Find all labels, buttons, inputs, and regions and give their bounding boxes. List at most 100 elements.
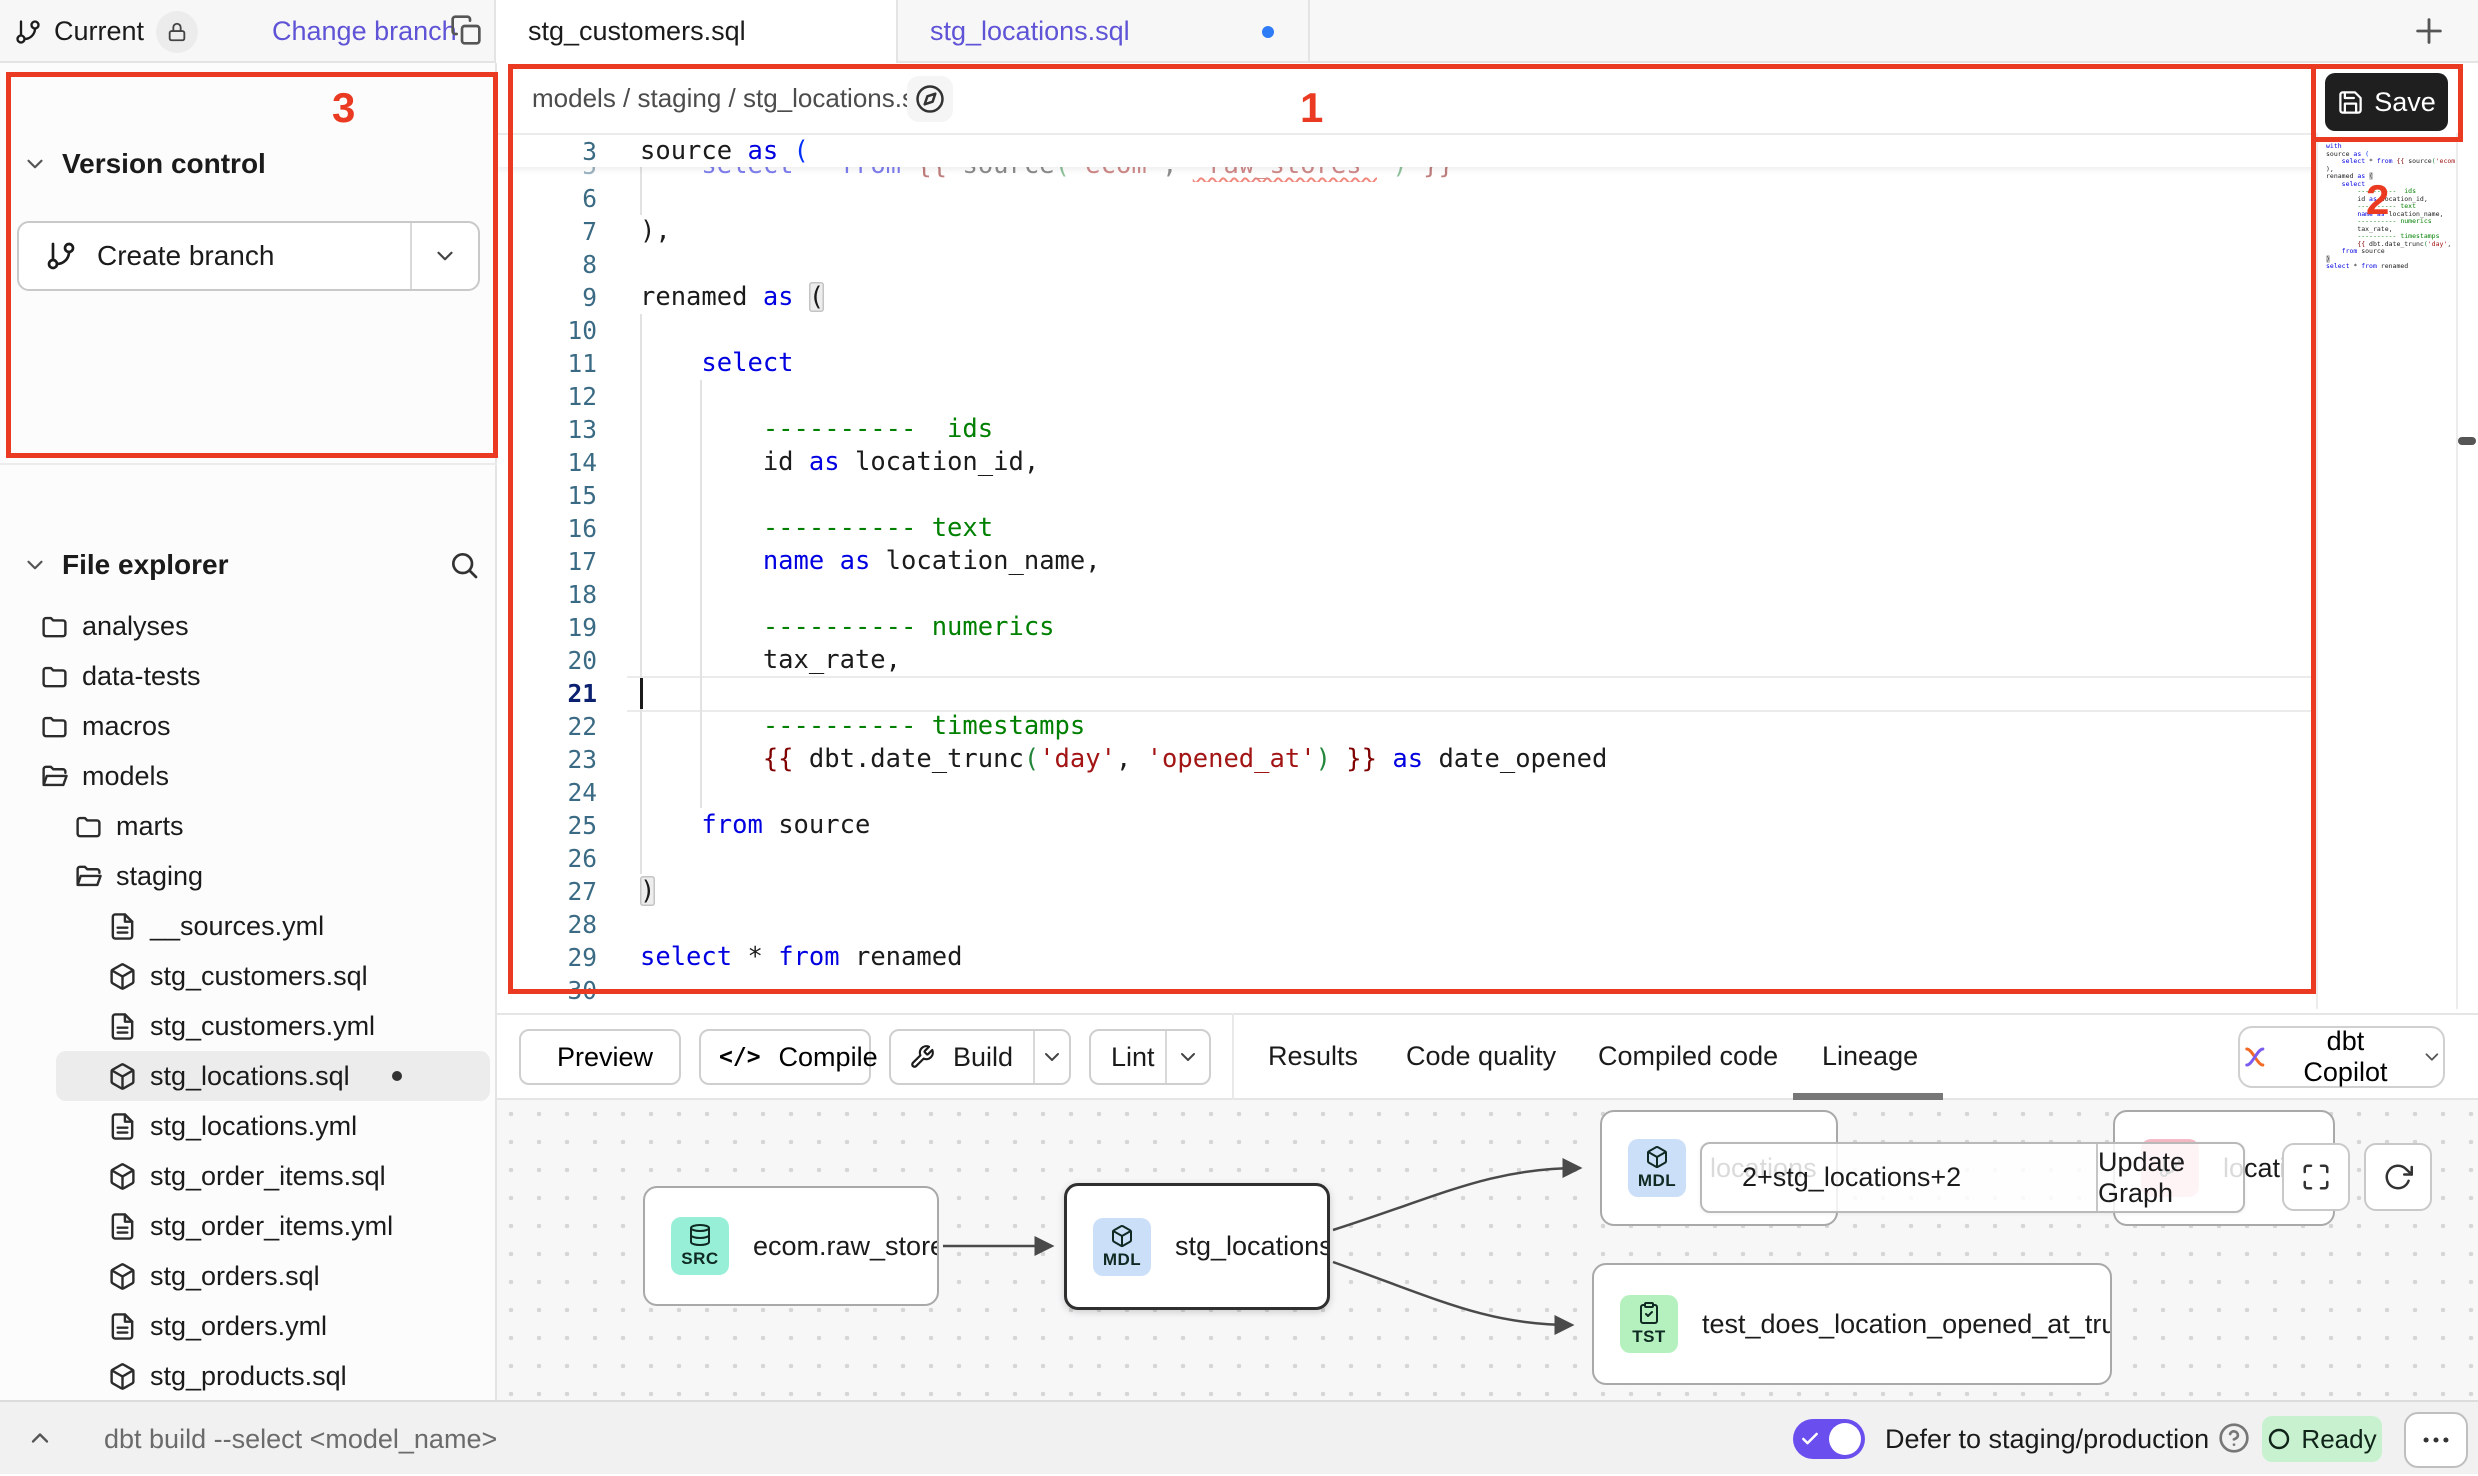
lock-icon <box>166 21 188 43</box>
status-badge[interactable]: Ready <box>2262 1416 2382 1462</box>
folder-icon <box>40 612 69 641</box>
file-item-analyses[interactable]: analyses <box>8 601 490 651</box>
code-line: 24 <box>497 776 2315 809</box>
cube-icon <box>1110 1224 1134 1248</box>
lint-dropdown[interactable] <box>1165 1031 1209 1083</box>
build-dropdown[interactable] <box>1033 1031 1069 1083</box>
explore-lineage-button[interactable] <box>907 76 953 122</box>
file-explorer-header[interactable]: File explorer <box>22 549 229 581</box>
tab-code-quality[interactable]: Code quality <box>1406 1013 1556 1100</box>
build-split-button[interactable]: Build <box>889 1029 1071 1085</box>
version-control-title: Version control <box>62 148 266 180</box>
save-button[interactable]: Save <box>2325 73 2448 131</box>
code-line: 20 tax_rate, <box>497 644 2315 677</box>
file-item-__sources.yml[interactable]: __sources.yml <box>8 901 490 951</box>
tab-compiled-code[interactable]: Compiled code <box>1598 1013 1778 1100</box>
file-item-label: stg_orders.yml <box>150 1311 327 1342</box>
copy-branch-icon[interactable] <box>450 14 482 51</box>
file-item-models[interactable]: models <box>8 751 490 801</box>
more-options-button[interactable] <box>2404 1412 2468 1468</box>
folder-open-icon <box>74 862 103 891</box>
indent-guide <box>640 314 642 874</box>
folder-icon <box>74 812 103 841</box>
code-line: 18 <box>497 578 2315 611</box>
create-branch-button[interactable]: Create branch <box>17 221 480 291</box>
tab-label: stg_locations.sql <box>930 16 1130 47</box>
code-line: 13 ---------- ids <box>497 413 2315 446</box>
status-bar: dbt build --select <model_name> Defer to… <box>0 1400 2478 1474</box>
file-item-macros[interactable]: macros <box>8 701 490 751</box>
file-item-staging[interactable]: staging <box>8 851 490 901</box>
defer-toggle[interactable] <box>1793 1419 1865 1459</box>
code-line: 25 from source <box>497 809 2315 842</box>
editor-scrollbar[interactable] <box>2456 133 2478 1009</box>
help-icon[interactable] <box>2218 1422 2250 1459</box>
compile-label: Compile <box>771 1042 886 1073</box>
tab-label: stg_customers.sql <box>528 16 746 47</box>
tab-results[interactable]: Results <box>1268 1013 1358 1100</box>
file-item-stg_locations.yml[interactable]: stg_locations.yml <box>8 1101 490 1151</box>
clipboard-check-icon <box>1637 1301 1661 1325</box>
node-label: stg_locations <box>1175 1231 1327 1262</box>
save-label: Save <box>2374 87 2436 118</box>
chevron-down-icon <box>432 243 458 269</box>
cube-icon <box>108 1262 137 1291</box>
file-item-stg_orders.sql[interactable]: stg_orders.sql <box>8 1251 490 1301</box>
chevron-down-icon <box>22 151 48 177</box>
command-input[interactable]: dbt build --select <model_name> <box>104 1402 497 1476</box>
code-editor[interactable]: 3source as (5 select * from {{ source('e… <box>497 133 2315 1009</box>
file-item-stg_customers.sql[interactable]: stg_customers.sql <box>8 951 490 1001</box>
doc-icon <box>108 912 137 941</box>
git-branch-icon <box>45 240 77 272</box>
code-line: 8 <box>497 248 2315 281</box>
lineage-selector-input[interactable] <box>1702 1144 2096 1211</box>
file-item-data-tests[interactable]: data-tests <box>8 651 490 701</box>
lineage-node-test[interactable]: TST test_does_location_opened_at_trunc_t… <box>1592 1263 2112 1385</box>
file-item-stg_order_items.yml[interactable]: stg_order_items.yml <box>8 1201 490 1251</box>
node-label: test_does_location_opened_at_trunc_t… <box>1702 1309 2110 1340</box>
file-item-marts[interactable]: marts <box>8 801 490 851</box>
dbt-copilot-button[interactable]: dbt Copilot <box>2238 1026 2445 1088</box>
code-line: 3source as ( <box>497 133 2315 167</box>
file-item-label: marts <box>116 811 184 842</box>
preview-button[interactable]: Preview <box>519 1029 681 1085</box>
ready-label: Ready <box>2301 1424 2376 1455</box>
tab-stg-customers[interactable]: stg_customers.sql <box>494 0 898 63</box>
code-line: 23 {{ dbt.date_trunc('day', 'opened_at')… <box>497 743 2315 776</box>
file-item-stg_order_items.sql[interactable]: stg_order_items.sql <box>8 1151 490 1201</box>
model-badge: MDL <box>1093 1218 1151 1276</box>
code-line: 29select * from renamed <box>497 941 2315 974</box>
file-item-label: staging <box>116 861 203 892</box>
file-item-stg_products.sql[interactable]: stg_products.sql <box>8 1351 490 1401</box>
lineage-selector: Update Graph <box>1700 1142 2245 1213</box>
database-icon <box>688 1223 712 1247</box>
new-tab-button[interactable] <box>2412 14 2446 53</box>
tab-stg-locations[interactable]: stg_locations.sql <box>898 0 1310 63</box>
lineage-node-source[interactable]: SRC ecom.raw_stores <box>643 1186 939 1306</box>
code-line: 6 <box>497 182 2315 215</box>
file-item-label: stg_order_items.yml <box>150 1211 393 1242</box>
change-branch-link[interactable]: Change branch <box>272 0 457 63</box>
file-search-button[interactable] <box>448 549 480 586</box>
update-graph-button[interactable]: Update Graph <box>2096 1144 2243 1211</box>
expand-console-button[interactable] <box>26 1424 54 1457</box>
compile-button[interactable]: </> Compile <box>699 1029 871 1085</box>
lint-split-button[interactable]: Lint <box>1089 1029 1211 1085</box>
lineage-node-stg-locations[interactable]: MDL stg_locations <box>1064 1183 1330 1310</box>
refresh-graph-button[interactable] <box>2364 1143 2432 1211</box>
version-control-header[interactable]: Version control <box>22 148 266 180</box>
cube-icon <box>1645 1145 1669 1169</box>
minimap[interactable]: withsource as ( select * from {{ source(… <box>2316 133 2456 1009</box>
copilot-icon <box>2240 1042 2270 1072</box>
file-item-stg_locations.sql[interactable]: stg_locations.sql <box>56 1051 490 1101</box>
fullscreen-button[interactable] <box>2282 1143 2350 1211</box>
create-branch-dropdown[interactable] <box>410 223 478 289</box>
folder-open-icon <box>40 762 69 791</box>
current-branch-widget[interactable]: Current <box>14 0 198 63</box>
scrollbar-handle[interactable] <box>2458 437 2476 445</box>
file-item-stg_customers.yml[interactable]: stg_customers.yml <box>8 1001 490 1051</box>
tab-lineage[interactable]: Lineage <box>1822 1013 1918 1100</box>
file-item-stg_orders.yml[interactable]: stg_orders.yml <box>8 1301 490 1351</box>
cube-icon <box>108 962 137 991</box>
doc-icon <box>108 1112 137 1141</box>
